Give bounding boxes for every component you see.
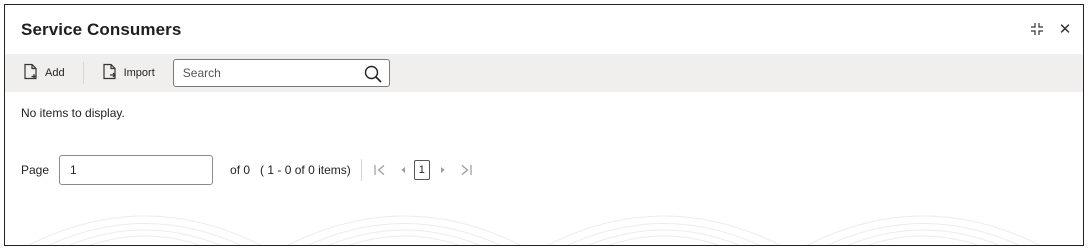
import-label: Import <box>123 67 155 79</box>
pagination: Page of 0 ( 1 - 0 of 0 items) 1 <box>21 154 474 186</box>
add-label: Add <box>45 67 65 79</box>
current-page-button[interactable]: 1 <box>413 160 430 180</box>
close-icon: ✕ <box>1058 20 1072 38</box>
pagination-divider <box>360 159 362 181</box>
window-title: Service Consumers <box>21 19 182 39</box>
add-button[interactable]: Add <box>17 59 71 87</box>
toolbar: Add Import <box>5 54 1083 92</box>
last-page-button[interactable] <box>458 164 474 176</box>
collapse-arrows-icon[interactable] <box>1029 21 1045 37</box>
title-bar: Service Consumers ✕ <box>5 5 1083 54</box>
empty-state-message: No items to display. <box>21 106 125 120</box>
search-input[interactable] <box>173 60 354 86</box>
search-field <box>172 59 390 87</box>
import-button[interactable]: Import <box>96 59 161 87</box>
import-document-icon <box>102 63 118 83</box>
previous-page-button[interactable] <box>398 165 408 175</box>
page-number-input[interactable] <box>59 155 214 185</box>
service-consumers-window: Service Consumers ✕ Add Import Search No… <box>4 4 1084 246</box>
search-icon[interactable] <box>363 64 383 84</box>
page-total: of 0 <box>230 163 251 177</box>
close-button[interactable]: ✕ <box>1057 21 1073 37</box>
next-page-button[interactable] <box>438 165 448 175</box>
toolbar-divider <box>82 62 84 84</box>
item-range: ( 1 - 0 of 0 items) <box>260 163 351 177</box>
window-controls: ✕ <box>1029 21 1073 37</box>
add-document-icon <box>23 63 39 83</box>
page-label: Page <box>21 163 50 177</box>
first-page-button[interactable] <box>372 164 388 176</box>
decorative-background-pattern <box>27 215 1041 245</box>
